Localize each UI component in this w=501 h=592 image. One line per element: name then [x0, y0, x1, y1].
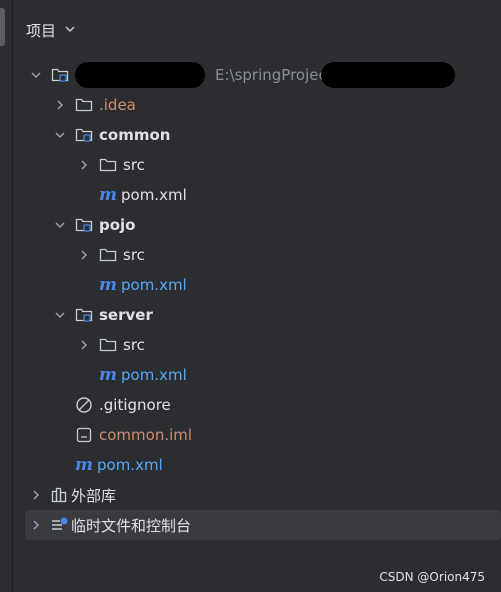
module-file-icon — [75, 426, 93, 444]
maven-icon: m — [99, 275, 117, 295]
tree-label: common — [99, 126, 171, 144]
scratches-icon — [51, 516, 69, 534]
folder-icon — [99, 336, 117, 354]
tree-label: 临时文件和控制台 — [71, 516, 192, 535]
tree-row-pojo-src[interactable]: src — [13, 240, 501, 270]
tree-row-common-pom[interactable]: m pom.xml — [13, 180, 501, 210]
maven-icon: m — [99, 185, 117, 205]
tree-row-idea[interactable]: .idea — [13, 90, 501, 120]
chevron-right-icon[interactable] — [77, 338, 91, 352]
library-icon — [51, 486, 69, 504]
tree-label: pojo — [99, 216, 136, 234]
chevron-right-icon[interactable] — [77, 248, 91, 262]
tree-row-pojo-pom[interactable]: m pom.xml — [13, 270, 501, 300]
chevron-right-icon[interactable] — [53, 98, 67, 112]
chevron-right-icon[interactable] — [77, 158, 91, 172]
tree-row-root[interactable]: E:\springProjec — [13, 60, 501, 90]
module-folder-icon — [75, 126, 93, 144]
chevron-down-icon[interactable] — [29, 68, 43, 82]
tree-label: pom.xml — [121, 186, 187, 204]
module-folder-icon — [75, 216, 93, 234]
chevron-right-icon[interactable] — [29, 518, 43, 532]
module-folder-icon — [51, 66, 69, 84]
tool-window-strip — [0, 0, 13, 592]
project-tool-tab[interactable] — [0, 8, 5, 46]
tree-label: pom.xml — [121, 366, 187, 384]
folder-icon — [99, 246, 117, 264]
chevron-right-icon[interactable] — [29, 488, 43, 502]
tree-row-server[interactable]: server — [13, 300, 501, 330]
redacted-project-name — [75, 62, 205, 88]
tree-row-pojo[interactable]: pojo — [13, 210, 501, 240]
tree-row-root-pom[interactable]: m pom.xml — [13, 450, 501, 480]
tree-row-server-pom[interactable]: m pom.xml — [13, 360, 501, 390]
root-path: E:\springProjec — [215, 66, 327, 84]
tree-row-scratches[interactable]: 临时文件和控制台 — [25, 510, 501, 540]
folder-icon — [75, 96, 93, 114]
folder-icon — [99, 156, 117, 174]
tree-row-iml[interactable]: common.iml — [13, 420, 501, 450]
tree-label: pom.xml — [97, 456, 163, 474]
chevron-down-icon[interactable] — [64, 21, 76, 39]
project-panel: 项目 E:\springProjec .idea common src m po… — [13, 0, 501, 592]
panel-title: 项目 — [26, 21, 57, 40]
tree-label: src — [123, 246, 145, 264]
maven-icon: m — [99, 365, 117, 385]
watermark: CSDN @Orion475 — [379, 570, 485, 584]
panel-header[interactable]: 项目 — [26, 18, 76, 42]
tree-label: common.iml — [99, 426, 193, 444]
chevron-down-icon[interactable] — [53, 308, 67, 322]
tree-label: .idea — [99, 96, 136, 114]
chevron-down-icon[interactable] — [53, 218, 67, 232]
tree-label: .gitignore — [99, 396, 171, 414]
tree-row-external-libraries[interactable]: 外部库 — [13, 480, 501, 510]
tree-row-gitignore[interactable]: .gitignore — [13, 390, 501, 420]
tree-label: 外部库 — [71, 486, 117, 505]
tree-label: src — [123, 156, 145, 174]
chevron-down-icon[interactable] — [53, 128, 67, 142]
redacted-path — [320, 62, 455, 88]
tree-label: server — [99, 306, 153, 324]
tree-row-server-src[interactable]: src — [13, 330, 501, 360]
maven-icon: m — [75, 455, 93, 475]
tree-row-common[interactable]: common — [13, 120, 501, 150]
tree-label: src — [123, 336, 145, 354]
module-folder-icon — [75, 306, 93, 324]
ignore-file-icon — [75, 396, 93, 414]
tree-row-common-src[interactable]: src — [13, 150, 501, 180]
tree-label: pom.xml — [121, 276, 187, 294]
